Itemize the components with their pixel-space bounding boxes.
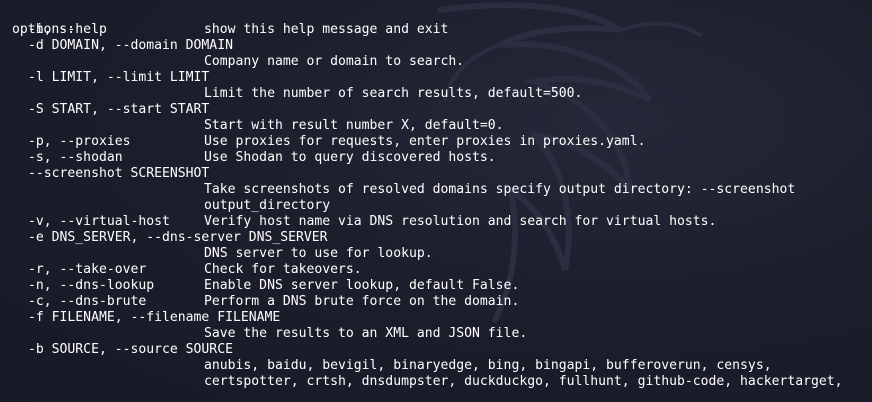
option-description: Save the results to an XML and JSON file… bbox=[204, 326, 528, 341]
option-flag: -r, --take-over bbox=[28, 262, 147, 277]
help-line: -e DNS_SERVER, --dns-server DNS_SERVER bbox=[12, 230, 872, 246]
option-flag: -d DOMAIN, --domain DOMAIN bbox=[28, 38, 233, 53]
option-description: show this help message and exit bbox=[204, 22, 449, 37]
option-description: Enable DNS server lookup, default False. bbox=[204, 278, 520, 293]
option-flag: -v, --virtual-host bbox=[28, 214, 170, 229]
help-line: DNS server to use for lookup. bbox=[12, 246, 872, 262]
help-line: -p, --proxies Use proxies for requests, e… bbox=[12, 134, 872, 150]
help-line: anubis, baidu, bevigil, binaryedge, bing… bbox=[12, 358, 872, 374]
help-line: --screenshot SCREENSHOT bbox=[12, 166, 872, 182]
option-flag: -p, --proxies bbox=[28, 134, 131, 149]
help-line: -r, --take-over Check for takeovers. bbox=[12, 262, 872, 278]
option-flag: -s, --shodan bbox=[28, 150, 123, 165]
option-flag: -S START, --start START bbox=[28, 102, 210, 117]
option-flag: -f FILENAME, --filename FILENAME bbox=[28, 310, 281, 325]
option-description: output_directory bbox=[204, 198, 331, 213]
option-flag: -e DNS_SERVER, --dns-server DNS_SERVER bbox=[28, 230, 328, 245]
help-line: Save the results to an XML and JSON file… bbox=[12, 326, 872, 342]
option-description: certspotter, crtsh, dnsdumpster, duckduc… bbox=[204, 374, 843, 389]
option-description: Verify host name via DNS resolution and … bbox=[204, 214, 717, 229]
help-line: -c, --dns-brute Perform a DNS brute force… bbox=[12, 294, 872, 310]
help-line: Company name or domain to search. bbox=[12, 54, 872, 70]
option-flag: --screenshot SCREENSHOT bbox=[28, 166, 210, 181]
help-line: -n, --dns-lookup Enable DNS server lookup… bbox=[12, 278, 872, 294]
help-line: certspotter, crtsh, dnsdumpster, duckduc… bbox=[12, 374, 872, 390]
options-header: options: bbox=[12, 6, 872, 37]
terminal-window[interactable]: options: -h, --help show this help messag… bbox=[0, 0, 872, 402]
option-flag: -n, --dns-lookup bbox=[28, 278, 155, 293]
option-description: Use proxies for requests, enter proxies … bbox=[204, 134, 646, 149]
option-description: anubis, baidu, bevigil, binaryedge, bing… bbox=[204, 358, 772, 373]
option-flag: -b SOURCE, --source SOURCE bbox=[28, 342, 233, 357]
help-line: -d DOMAIN, --domain DOMAIN bbox=[12, 38, 872, 54]
help-output: options: -h, --help show this help messag… bbox=[12, 6, 872, 390]
option-description: Start with result number X, default=0. bbox=[204, 118, 504, 133]
option-description: Company name or domain to search. bbox=[204, 54, 465, 69]
help-line: -b SOURCE, --source SOURCE bbox=[12, 342, 872, 358]
help-line: -h, --help show this help message and exi… bbox=[12, 22, 872, 38]
help-line: -S START, --start START bbox=[12, 102, 872, 118]
help-line: -f FILENAME, --filename FILENAME bbox=[12, 310, 872, 326]
option-description: Limit the number of search results, defa… bbox=[204, 86, 583, 101]
help-line: output_directory bbox=[12, 198, 872, 214]
option-flag: -h, --help bbox=[28, 22, 107, 37]
option-description: Take screenshots of resolved domains spe… bbox=[204, 182, 796, 197]
option-description: Use Shodan to query discovered hosts. bbox=[204, 150, 496, 165]
option-flag: -l LIMIT, --limit LIMIT bbox=[28, 70, 210, 85]
option-description: Check for takeovers. bbox=[204, 262, 362, 277]
help-line: Start with result number X, default=0. bbox=[12, 118, 872, 134]
help-line: -s, --shodan Use Shodan to query discover… bbox=[12, 150, 872, 166]
help-line: Limit the number of search results, defa… bbox=[12, 86, 872, 102]
option-description: Perform a DNS brute force on the domain. bbox=[204, 294, 520, 309]
help-line: -v, --virtual-host Verify host name via D… bbox=[12, 214, 872, 230]
option-flag: -c, --dns-brute bbox=[28, 294, 147, 309]
option-description: DNS server to use for lookup. bbox=[204, 246, 433, 261]
help-line: Take screenshots of resolved domains spe… bbox=[12, 182, 872, 198]
help-line: -l LIMIT, --limit LIMIT bbox=[12, 70, 872, 86]
